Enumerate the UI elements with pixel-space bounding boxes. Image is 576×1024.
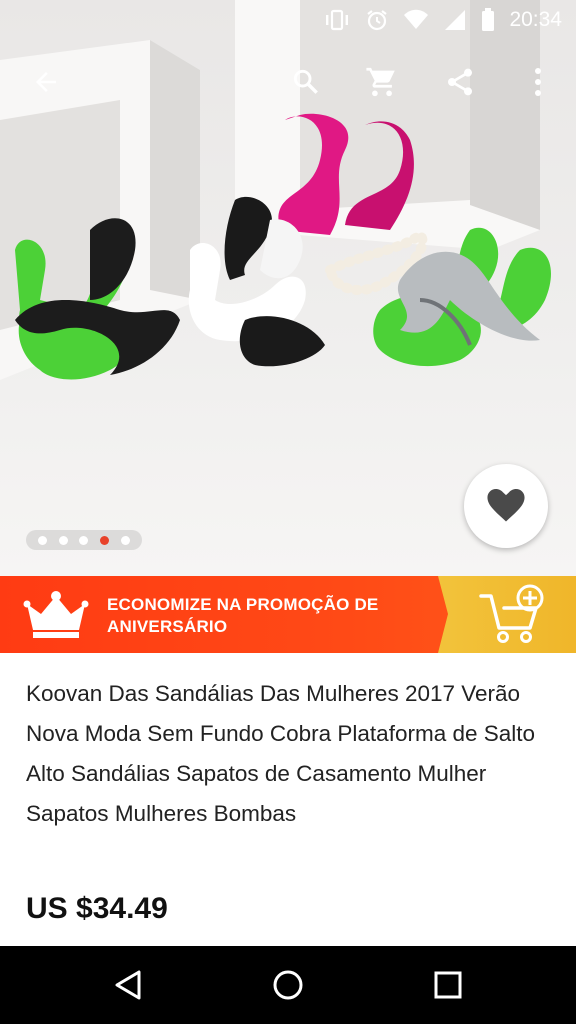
- search-button[interactable]: [282, 58, 330, 106]
- promo-banner[interactable]: ECONOMIZE NA PROMOÇÃO DE ANIVERSÁRIO: [0, 576, 576, 653]
- product-price: US $34.49: [26, 892, 168, 925]
- alarm-icon: [367, 10, 388, 31]
- nav-home-icon: [273, 970, 303, 1000]
- status-time: 20:34: [509, 8, 562, 31]
- nav-back-button[interactable]: [103, 960, 153, 1010]
- back-arrow-icon: [36, 72, 56, 92]
- gallery-dot: [37, 535, 47, 545]
- signal-icon: [445, 10, 466, 30]
- crown-icon: [23, 591, 89, 638]
- more-options-button[interactable]: [514, 58, 562, 106]
- gallery-dot: [58, 535, 68, 545]
- add-to-cart-icon: [479, 584, 544, 643]
- promo-text: ECONOMIZE NA PROMOÇÃO DE ANIVERSÁRIO: [107, 595, 379, 636]
- product-image[interactable]: 20:34: [0, 0, 576, 576]
- nav-home-button[interactable]: [263, 960, 313, 1010]
- nav-recents-icon: [434, 971, 462, 999]
- more-vert-icon: [535, 68, 541, 96]
- toolbar: [0, 44, 576, 120]
- wifi-icon: [404, 9, 429, 29]
- battery-icon: [482, 8, 495, 31]
- back-button[interactable]: [22, 58, 70, 106]
- vibrate-icon: [326, 9, 349, 31]
- nav-back-icon: [115, 970, 141, 1000]
- gallery-dot: [79, 535, 89, 545]
- cart-button[interactable]: [358, 58, 406, 106]
- share-button[interactable]: [436, 58, 484, 106]
- nav-recents-button[interactable]: [423, 960, 473, 1010]
- navigation-bar: [0, 946, 576, 1024]
- share-icon: [448, 68, 472, 96]
- wishlist-button[interactable]: [464, 464, 548, 548]
- product-title: Koovan Das Sandálias Das Mulheres 2017 V…: [26, 681, 536, 826]
- search-icon: [293, 69, 318, 94]
- gallery-indicator: [26, 530, 142, 550]
- heart-icon: [487, 489, 525, 522]
- gallery-dot: [100, 535, 110, 545]
- gallery-dot: [121, 535, 131, 545]
- cart-icon: [366, 67, 395, 97]
- status-bar: 20:34: [0, 0, 576, 40]
